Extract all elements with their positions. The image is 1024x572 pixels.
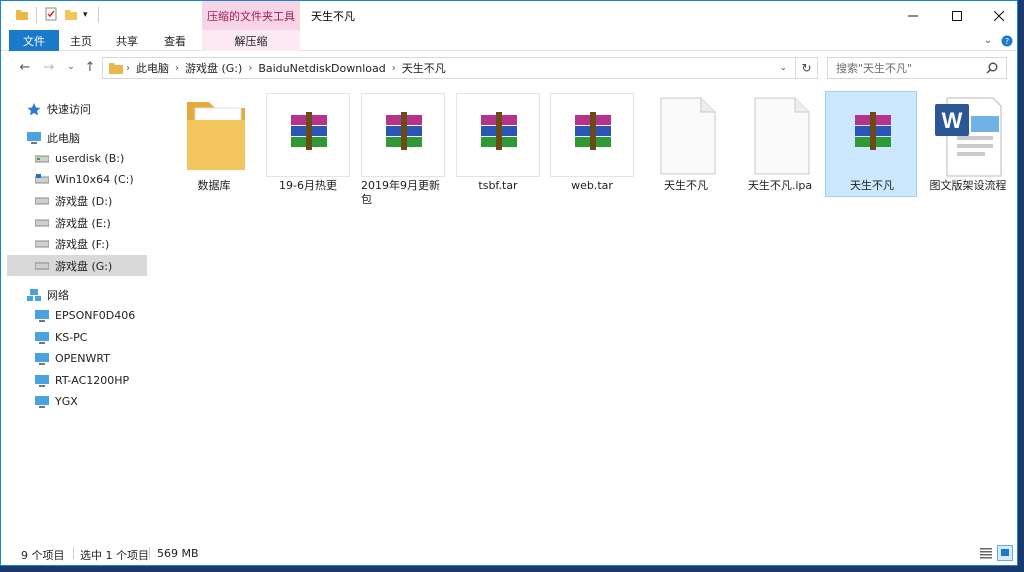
file-item[interactable]: 19-6月热更	[261, 91, 353, 197]
maximize-icon	[952, 10, 962, 21]
status-bar: 9 个项目 选中 1 个项目 569 MB	[1, 541, 1017, 565]
file-item-selected[interactable]: 天生不凡	[825, 91, 917, 197]
svg-text:W: W	[942, 108, 963, 133]
blank-file-icon	[738, 93, 822, 177]
folder-icon	[172, 93, 256, 177]
sidebar-item-quick-access[interactable]: 快速访问	[27, 98, 167, 119]
quick-access-dropdown-icon[interactable]: ▾	[83, 7, 88, 23]
file-item[interactable]: 数据库	[167, 91, 259, 197]
up-button[interactable]: ↑	[82, 58, 98, 76]
search-placeholder: 搜索"天生不凡"	[836, 62, 913, 75]
network-icon	[27, 288, 41, 301]
window-title: 天生不凡	[311, 10, 355, 23]
breadcrumb-this-pc[interactable]: 此电脑	[136, 60, 169, 76]
winrar-archive-icon	[266, 93, 350, 177]
close-icon	[994, 10, 1004, 21]
folder-icon	[16, 10, 28, 20]
drive-icon	[35, 155, 49, 162]
maximize-button[interactable]	[935, 1, 979, 30]
file-item[interactable]: web.tar	[545, 91, 637, 197]
computer-icon	[35, 374, 49, 387]
tab-extract[interactable]: 解压缩	[202, 30, 300, 51]
sidebar-item-drive-g[interactable]: 游戏盘 (G:)	[7, 255, 147, 276]
address-row: ← → ⌄ ↑ › 此电脑 › 游戏盘 (G:) › BaiduNetdiskD…	[1, 52, 1017, 82]
tab-view[interactable]: 查看	[157, 30, 193, 51]
sidebar-item-network[interactable]: 网络	[27, 284, 167, 305]
details-view-icon[interactable]	[979, 546, 993, 560]
folder-icon	[109, 63, 123, 74]
breadcrumb-drive-g[interactable]: 游戏盘 (G:)	[185, 60, 242, 76]
large-icons-view-icon[interactable]	[997, 545, 1013, 561]
address-bar[interactable]: › 此电脑 › 游戏盘 (G:) › BaiduNetdiskDownload …	[102, 57, 818, 79]
new-folder-icon[interactable]	[64, 7, 78, 23]
word-document-icon: W	[926, 93, 1010, 177]
tab-share[interactable]: 共享	[109, 30, 145, 51]
file-item[interactable]: 天生不凡.ipa	[733, 91, 825, 197]
minimize-button[interactable]	[891, 1, 935, 30]
drive-icon	[35, 262, 49, 269]
blank-file-icon	[644, 93, 728, 177]
ribbon-expand-icon[interactable]: ⌄	[979, 30, 997, 51]
file-item[interactable]: 天生不凡	[639, 91, 731, 197]
windows-drive-icon	[35, 173, 49, 183]
computer-icon	[35, 352, 49, 365]
back-button[interactable]: ←	[17, 58, 33, 76]
sidebar-item-this-pc[interactable]: 此电脑	[27, 127, 167, 148]
computer-icon	[35, 309, 49, 322]
chevron-right-icon[interactable]: ›	[248, 63, 252, 74]
properties-icon[interactable]	[44, 7, 58, 23]
recent-locations-icon[interactable]: ⌄	[63, 58, 79, 76]
search-icon	[986, 62, 998, 74]
drive-icon	[35, 197, 49, 204]
chevron-right-icon[interactable]: ›	[392, 63, 396, 74]
computer-icon	[27, 131, 41, 144]
chevron-right-icon[interactable]: ›	[126, 63, 130, 74]
help-icon[interactable]: ?	[999, 30, 1015, 51]
refresh-icon[interactable]: ↻	[795, 58, 817, 78]
file-item[interactable]: 2019年9月更新包	[356, 91, 448, 206]
context-tab-compressed-tools[interactable]: 压缩的文件夹工具	[202, 1, 300, 30]
minimize-icon	[908, 15, 918, 16]
title-bar: ▾ 压缩的文件夹工具 天生不凡	[1, 1, 1017, 30]
drive-icon	[35, 240, 49, 247]
close-button[interactable]	[977, 1, 1017, 30]
item-count: 9 个项目	[21, 549, 65, 562]
breadcrumb-baidu[interactable]: BaiduNetdiskDownload	[258, 62, 385, 75]
file-view: 数据库 19-6月热更 2019年9月更新包 tsbf.tar web.tar	[151, 83, 1017, 543]
breadcrumb-current[interactable]: 天生不凡	[402, 60, 446, 76]
selection-size: 569 MB	[157, 547, 199, 560]
star-icon	[27, 102, 41, 115]
file-item[interactable]: tsbf.tar	[451, 91, 543, 197]
computer-icon	[35, 331, 49, 344]
tab-file[interactable]: 文件	[9, 30, 59, 51]
tab-home[interactable]: 主页	[63, 30, 99, 51]
search-input[interactable]: 搜索"天生不凡"	[827, 57, 1007, 79]
svg-text:?: ?	[1005, 37, 1009, 46]
winrar-archive-icon	[456, 93, 540, 177]
computer-icon	[35, 395, 49, 408]
explorer-window: ▾ 压缩的文件夹工具 天生不凡 文件 主页 共享 查看 解压缩 ⌄ ? ← → …	[0, 0, 1018, 566]
winrar-archive-icon	[361, 93, 445, 177]
navigation-pane: 快速访问 此电脑 userdisk (B:) Win10x64 (C:) 游戏盘…	[1, 83, 148, 543]
chevron-right-icon[interactable]: ›	[175, 63, 179, 74]
address-dropdown-icon[interactable]: ⌄	[779, 63, 787, 73]
winrar-archive-icon	[550, 93, 634, 177]
selection-count: 选中 1 个项目	[80, 549, 149, 562]
ribbon-tabs: 文件 主页 共享 查看 解压缩 ⌄ ?	[1, 30, 1017, 51]
file-item[interactable]: W 图文版架设流程	[921, 91, 1013, 197]
winrar-archive-icon	[830, 93, 914, 177]
forward-button[interactable]: →	[41, 58, 57, 76]
drive-icon	[35, 219, 49, 226]
